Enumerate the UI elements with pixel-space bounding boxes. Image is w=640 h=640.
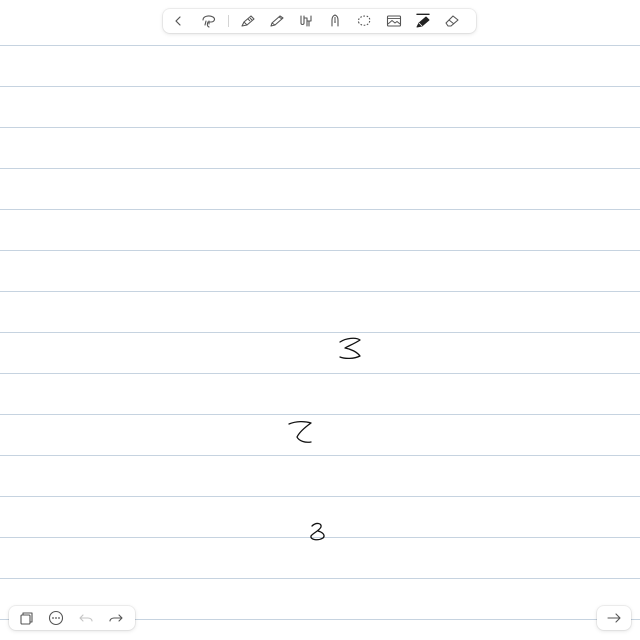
rule-line bbox=[0, 168, 640, 169]
rule-line bbox=[0, 250, 640, 251]
highlighter-icon bbox=[416, 13, 430, 28]
more-icon bbox=[48, 610, 64, 626]
brush-tool[interactable] bbox=[295, 11, 317, 31]
eraser-icon bbox=[445, 15, 459, 27]
fountain-pen-icon bbox=[331, 14, 339, 27]
next-page-button[interactable] bbox=[603, 608, 625, 628]
pages-button[interactable] bbox=[15, 608, 37, 628]
redo-button[interactable] bbox=[105, 608, 127, 628]
eraser-tool[interactable] bbox=[441, 11, 463, 31]
toolbar-separator bbox=[228, 15, 229, 27]
arrow-right-icon bbox=[607, 613, 621, 623]
rule-line bbox=[0, 373, 640, 374]
lasso-hand-tool[interactable] bbox=[198, 11, 220, 31]
rule-line bbox=[0, 86, 640, 87]
highlighter-tool[interactable] bbox=[412, 11, 434, 31]
fountain-pen-tool[interactable] bbox=[324, 11, 346, 31]
more-button[interactable] bbox=[45, 608, 67, 628]
bottom-toolbar bbox=[9, 606, 135, 630]
image-tool[interactable] bbox=[383, 11, 405, 31]
rule-line bbox=[0, 496, 640, 497]
ink-stroke bbox=[339, 337, 361, 360]
rule-line bbox=[0, 332, 640, 333]
undo-icon bbox=[79, 614, 93, 622]
pen-tool[interactable] bbox=[237, 11, 259, 31]
pencil-icon bbox=[270, 15, 284, 27]
rule-line bbox=[0, 414, 640, 415]
rule-line bbox=[0, 455, 640, 456]
notebook-page[interactable] bbox=[0, 0, 640, 640]
handwriting-canvas bbox=[288, 337, 361, 541]
lasso-icon bbox=[202, 15, 216, 28]
chevron-left-icon bbox=[175, 16, 181, 26]
pencil-tool[interactable] bbox=[266, 11, 288, 31]
rule-line bbox=[0, 291, 640, 292]
rule-line bbox=[0, 127, 640, 128]
rule-line bbox=[0, 537, 640, 538]
rule-line bbox=[0, 45, 640, 46]
pen-icon bbox=[241, 15, 255, 27]
lasso-select-tool[interactable] bbox=[353, 11, 375, 31]
image-icon bbox=[386, 15, 402, 27]
redo-icon bbox=[109, 614, 123, 622]
pages-icon bbox=[20, 612, 33, 625]
ink-stroke bbox=[288, 420, 312, 443]
brush-icon bbox=[300, 15, 312, 27]
page-nav bbox=[597, 606, 631, 630]
undo-button[interactable] bbox=[75, 608, 97, 628]
lasso-select-icon bbox=[357, 15, 371, 26]
top-toolbar bbox=[163, 9, 476, 33]
rule-line bbox=[0, 209, 640, 210]
back-button[interactable] bbox=[167, 11, 189, 31]
rule-line bbox=[0, 578, 640, 579]
